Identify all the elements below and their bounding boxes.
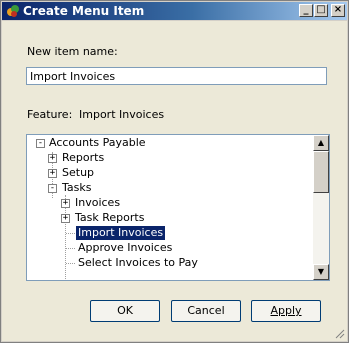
tree-item-accounts-payable[interactable]: Accounts Payable	[49, 136, 146, 150]
feature-label: Feature:	[27, 108, 73, 121]
tree-item-import-invoices[interactable]: Import Invoices	[76, 226, 166, 240]
tree-item-invoices[interactable]: Invoices	[75, 196, 120, 210]
tree-line	[66, 248, 75, 249]
ok-button[interactable]: OK	[90, 300, 160, 322]
title-bar[interactable]: Create Menu Item _ □ ×	[2, 2, 347, 20]
close-icon: ×	[333, 4, 343, 15]
scroll-thumb[interactable]	[313, 151, 329, 193]
create-menu-item-dialog: Create Menu Item _ □ × New item name: Fe…	[0, 0, 349, 343]
app-icon	[7, 5, 19, 17]
tree-line	[66, 263, 75, 264]
new-item-name-input[interactable]	[27, 68, 323, 84]
arrow-up-icon: ▲	[317, 138, 325, 147]
collapse-icon[interactable]: -	[48, 184, 57, 193]
scroll-down-button[interactable]: ▼	[313, 264, 329, 280]
feature-tree[interactable]: - Accounts Payable + Reports + Setup - T…	[26, 134, 330, 281]
expand-icon[interactable]: +	[61, 214, 70, 223]
tree-item-select-invoices-to-pay[interactable]: Select Invoices to Pay	[78, 256, 198, 270]
new-item-name-label: New item name:	[27, 45, 118, 58]
tree-item-tasks[interactable]: Tasks	[62, 181, 91, 195]
tree-scrollbar[interactable]: ▲ ▼	[313, 135, 329, 280]
tree-item-reports[interactable]: Reports	[62, 151, 104, 165]
tree-item-task-reports[interactable]: Task Reports	[75, 211, 144, 225]
arrow-down-icon: ▼	[317, 267, 325, 276]
new-item-name-field[interactable]	[26, 67, 327, 85]
expand-icon[interactable]: +	[48, 154, 57, 163]
minimize-icon: _	[303, 4, 309, 15]
apply-button[interactable]: Apply	[251, 300, 321, 322]
close-button[interactable]: ×	[331, 4, 345, 17]
cancel-button[interactable]: Cancel	[171, 300, 241, 322]
minimize-button[interactable]: _	[299, 4, 313, 17]
maximize-button[interactable]: □	[314, 4, 328, 17]
maximize-icon: □	[316, 4, 326, 15]
feature-value: Import Invoices	[79, 108, 165, 121]
expand-icon[interactable]: +	[48, 169, 57, 178]
collapse-icon[interactable]: -	[36, 139, 45, 148]
window-title: Create Menu Item	[23, 4, 145, 18]
tree-item-setup[interactable]: Setup	[62, 166, 94, 180]
resize-grip-icon[interactable]	[335, 329, 345, 339]
scroll-up-button[interactable]: ▲	[313, 135, 329, 151]
expand-icon[interactable]: +	[61, 199, 70, 208]
tree-item-approve-invoices[interactable]: Approve Invoices	[78, 241, 172, 255]
tree-line	[66, 233, 75, 234]
